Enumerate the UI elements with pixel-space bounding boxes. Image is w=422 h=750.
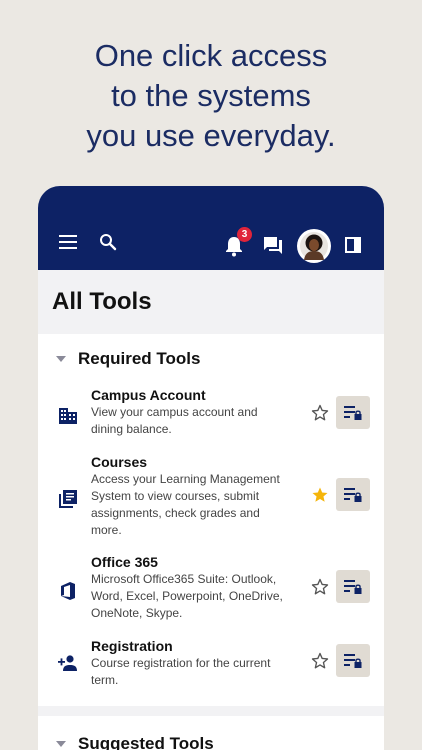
tool-description: Course registration for the current term… [91,656,271,687]
collapse-caret-icon [56,356,66,362]
chat-icon[interactable] [262,235,284,255]
promo-headline: One click access to the systems you use … [0,36,422,156]
headline-line-1: One click access [94,38,328,73]
search-icon[interactable] [98,232,118,252]
secure-list-icon [344,487,362,502]
star-filled-icon[interactable] [310,485,330,505]
suggested-tools-card: Suggested Tools [38,716,384,750]
secure-list-icon [344,579,362,594]
collapse-caret-icon [56,741,66,747]
tool-item-registration[interactable]: Registration Course registration for the… [38,637,384,693]
tool-description: Microsoft Office365 Suite: Outlook, Word… [91,572,283,620]
tool-item-campus-account[interactable]: Campus Account View your campus account … [38,386,384,444]
hamburger-menu-icon[interactable] [58,232,78,252]
tool-item-courses[interactable]: Courses Access your Learning Management … [38,453,384,543]
required-tools-header[interactable]: Required Tools [38,334,384,384]
notification-count-badge: 3 [237,227,252,242]
tool-description: Access your Learning Management System t… [91,472,280,537]
launch-tool-button[interactable] [336,478,370,511]
star-outline-icon[interactable] [310,651,330,671]
top-app-bar: 3 [38,186,384,270]
required-tools-card: Required Tools Campus Account View your … [38,334,384,706]
person-add-icon [56,651,80,675]
star-outline-icon[interactable] [310,403,330,423]
section-divider [38,706,384,716]
launch-tool-button[interactable] [336,570,370,603]
secure-list-icon [344,653,362,668]
headline-line-2: to the systems [111,78,311,113]
tool-name: Office 365 [91,554,158,570]
office-logo-icon [56,579,80,603]
section-title: Required Tools [78,349,201,368]
page-title: All Tools [52,288,152,315]
phone-screen: 3 All Tools Required Tools Campus Accoun… [38,186,384,750]
page-header: All Tools [38,270,384,334]
secure-list-icon [344,405,362,420]
library-books-icon [56,487,80,511]
suggested-tools-header[interactable]: Suggested Tools [38,716,384,750]
launch-tool-button[interactable] [336,396,370,429]
tool-name: Courses [91,454,148,470]
building-icon [56,404,80,428]
avatar[interactable] [297,229,331,263]
tool-description: View your campus account and dining bala… [91,405,258,436]
headline-line-3: you use everyday. [86,118,336,153]
side-panel-icon[interactable] [344,236,362,254]
section-title: Suggested Tools [78,734,214,750]
star-outline-icon[interactable] [310,577,330,597]
tool-item-office-365[interactable]: Office 365 Microsoft Office365 Suite: Ou… [38,553,384,627]
launch-tool-button[interactable] [336,644,370,677]
